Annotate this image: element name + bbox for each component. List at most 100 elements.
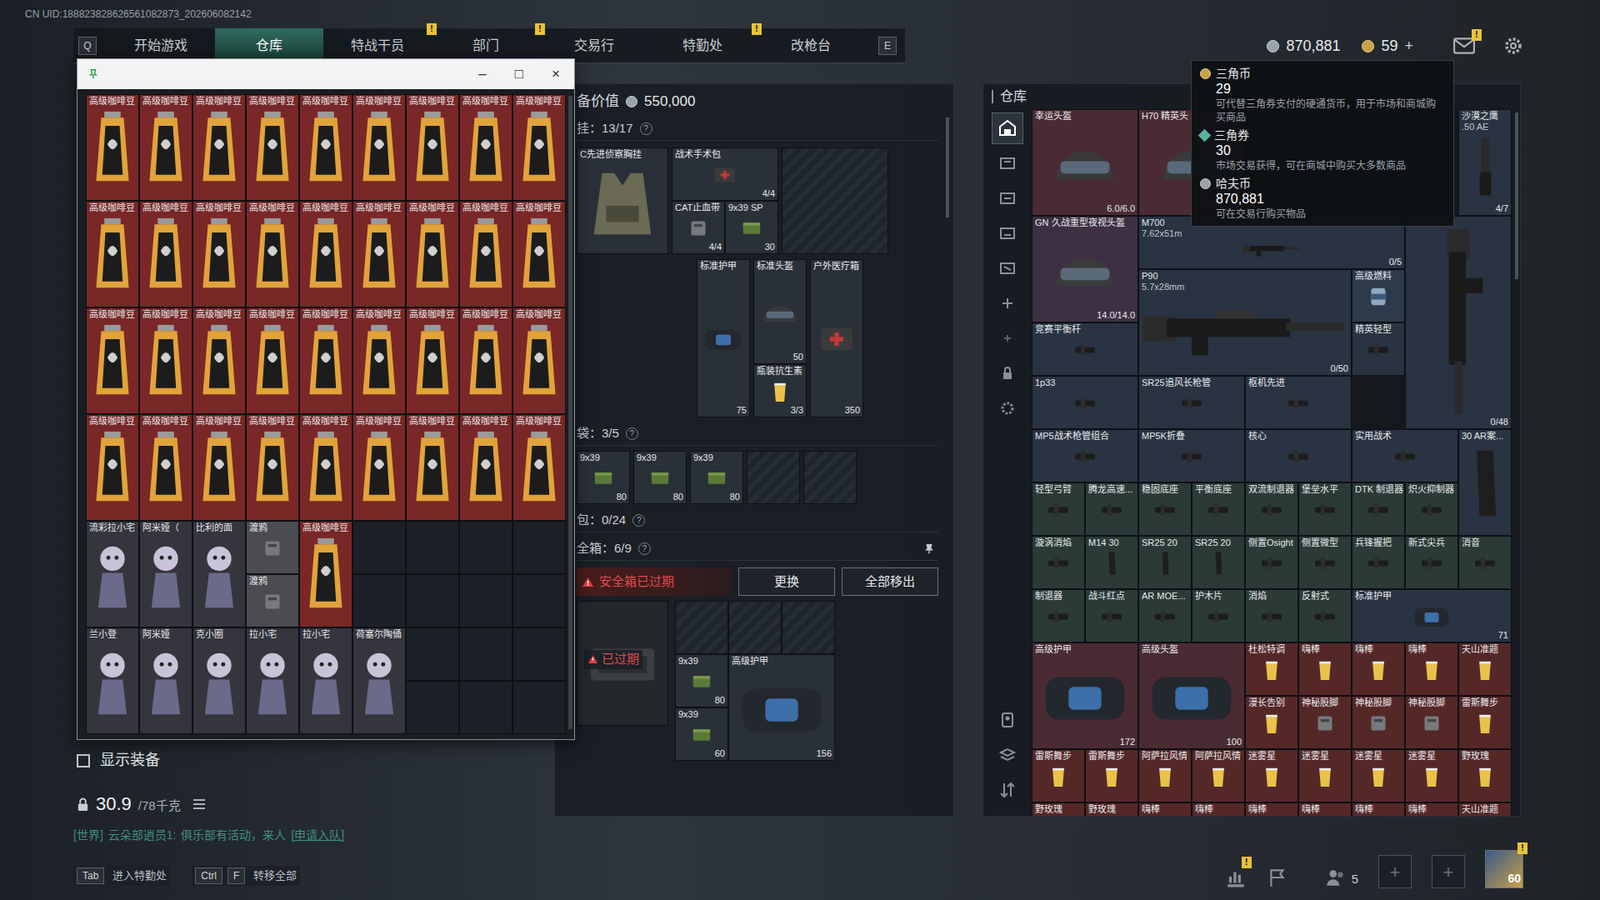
item[interactable]: 渡鸦 <box>245 520 300 575</box>
sidebar-icon[interactable] <box>991 112 1024 145</box>
empty-cell[interactable] <box>405 520 460 575</box>
item[interactable]: 嗨棒 <box>1405 642 1459 696</box>
checkbox[interactable] <box>76 754 90 768</box>
item[interactable]: 嗨棒 <box>1138 802 1192 816</box>
item[interactable]: 高级咖啡豆 <box>245 94 300 201</box>
maximize-button[interactable]: □ <box>500 59 538 90</box>
item[interactable]: 高级咖啡豆 <box>512 414 566 521</box>
item[interactable]: 9x3980 <box>633 450 687 505</box>
avatar[interactable]: 60! <box>1485 850 1524 889</box>
item[interactable]: 高级咖啡豆 <box>85 200 140 308</box>
mail-button[interactable]: ! <box>1453 37 1475 55</box>
item[interactable]: 高级咖啡豆 <box>459 307 513 415</box>
item[interactable]: 克小圈 <box>192 627 246 735</box>
item[interactable]: 双流制退器 <box>1245 482 1299 536</box>
empty-cell[interactable] <box>512 680 566 735</box>
help-icon[interactable]: ? <box>625 427 639 440</box>
item[interactable]: 高级咖啡豆 <box>352 307 406 415</box>
item[interactable]: 嗨棒 <box>1298 642 1352 696</box>
item[interactable]: 标准护甲75 <box>696 259 750 418</box>
item[interactable]: 迷雾星 <box>1351 749 1405 803</box>
gear-icon[interactable] <box>1503 35 1524 56</box>
item[interactable]: 高级咖啡豆 <box>85 94 140 201</box>
item[interactable]: 高级咖啡豆 <box>299 520 353 628</box>
item[interactable]: 高级咖啡豆 <box>192 307 246 415</box>
item[interactable]: 反射式 <box>1298 589 1352 643</box>
replace-button[interactable]: 更换 <box>738 567 835 596</box>
item[interactable]: 护木片 <box>1191 589 1245 643</box>
item[interactable]: 高级护甲156 <box>728 654 835 761</box>
item[interactable]: 野玫瑰 <box>1031 802 1085 816</box>
item[interactable]: 荷塞尔陶俑 <box>352 627 406 735</box>
item[interactable]: 户外医疗箱350 <box>810 259 864 418</box>
minimize-button[interactable]: – <box>464 59 501 90</box>
item[interactable]: 高级咖啡豆 <box>459 414 513 521</box>
stats-icon[interactable]: ! <box>1225 866 1247 889</box>
item[interactable]: 高级燃料 <box>1351 269 1405 323</box>
pin-icon[interactable] <box>923 543 935 555</box>
item[interactable]: 9x3980 <box>690 450 744 505</box>
item[interactable]: 竞赛平衡杆 <box>1031 322 1139 376</box>
item[interactable]: 高级咖啡豆 <box>139 94 193 201</box>
scrollbar[interactable] <box>1515 112 1519 280</box>
item[interactable]: 高级咖啡豆 <box>245 307 300 415</box>
item[interactable]: 9x3980 <box>576 450 630 505</box>
item[interactable]: 瓶装抗生素3/3 <box>753 364 807 418</box>
item[interactable]: 炽火抑制器 <box>1405 482 1459 536</box>
item[interactable]: 高级咖啡豆 <box>459 200 513 308</box>
empty-cell[interactable] <box>405 680 460 735</box>
item[interactable]: 高级咖啡豆 <box>299 94 353 201</box>
item[interactable]: 阿米娅 <box>139 627 193 735</box>
item[interactable]: 实用战术 <box>1351 429 1459 483</box>
help-icon[interactable]: ? <box>632 514 645 527</box>
empty-slot[interactable] <box>781 600 835 655</box>
item[interactable]: 战斗红点 <box>1085 589 1139 643</box>
item[interactable]: 高级咖啡豆 <box>405 94 460 201</box>
chat-action[interactable]: [申请入队] <box>290 826 345 845</box>
show-equipment-toggle[interactable]: 显示装备 <box>76 749 555 772</box>
item[interactable]: 轻型弓臂 <box>1031 482 1085 536</box>
item[interactable]: 雷斯舞步 <box>1458 695 1512 750</box>
item[interactable]: 高级咖啡豆 <box>512 94 566 201</box>
item[interactable]: 9x39 SP30 <box>725 200 779 255</box>
sidebar-icon[interactable] <box>991 322 1024 355</box>
help-icon[interactable]: ? <box>638 542 651 555</box>
item[interactable]: 漩涡消焰 <box>1031 535 1085 590</box>
item[interactable]: 高级咖啡豆 <box>352 200 406 308</box>
sidebar-icon[interactable] <box>991 217 1024 250</box>
item[interactable]: 天山准题 <box>1458 642 1512 696</box>
item[interactable]: CAT止血带4/4 <box>671 200 725 255</box>
item[interactable]: 制退器 <box>1031 589 1085 643</box>
item[interactable]: 流彩拉小宅 <box>85 520 140 628</box>
empty-cell[interactable] <box>512 627 566 681</box>
item[interactable]: 迷雾星 <box>1245 749 1299 803</box>
flag-icon[interactable] <box>1266 866 1289 889</box>
item[interactable]: 高级咖啡豆 <box>192 94 246 201</box>
item[interactable]: DTK 制退器 <box>1351 482 1405 536</box>
sidebar-icon[interactable] <box>991 739 1024 771</box>
nav-tab[interactable]: 改枪台 <box>756 28 865 64</box>
item[interactable]: 迷雾星 <box>1405 749 1459 803</box>
prev-tab-key[interactable]: Q <box>78 36 97 55</box>
item[interactable]: 野玫瑰 <box>1085 802 1139 816</box>
item[interactable]: SR25 20 <box>1138 535 1192 590</box>
scrollbar[interactable] <box>568 95 573 730</box>
next-tab-key[interactable]: E <box>878 36 897 55</box>
item[interactable]: 消焰 <box>1245 589 1299 643</box>
item[interactable]: MP5战术枪管组合 <box>1031 429 1139 483</box>
item[interactable]: GN 久战重型夜视头盔14.0/14.0 <box>1031 215 1139 323</box>
item[interactable]: 高级咖啡豆 <box>352 94 406 201</box>
item[interactable]: 9x3960 <box>675 707 729 761</box>
item[interactable]: MP5K折叠 <box>1138 429 1245 483</box>
item[interactable]: 高级咖啡豆 <box>512 307 566 415</box>
item[interactable]: 高级咖啡豆 <box>405 307 460 415</box>
empty-cell[interactable] <box>459 574 513 628</box>
friends-button[interactable]: 5 <box>1325 866 1359 889</box>
remove-all-button[interactable]: 全部移出 <box>841 567 939 596</box>
item[interactable]: 沙漠之鹰.50 AE4/7 <box>1458 109 1512 216</box>
empty-cell[interactable] <box>459 627 513 681</box>
item[interactable]: 嗨棒 <box>1351 802 1405 816</box>
empty-cell[interactable] <box>459 520 513 575</box>
sidebar-icon[interactable] <box>991 704 1024 736</box>
empty-cell[interactable] <box>512 574 566 628</box>
